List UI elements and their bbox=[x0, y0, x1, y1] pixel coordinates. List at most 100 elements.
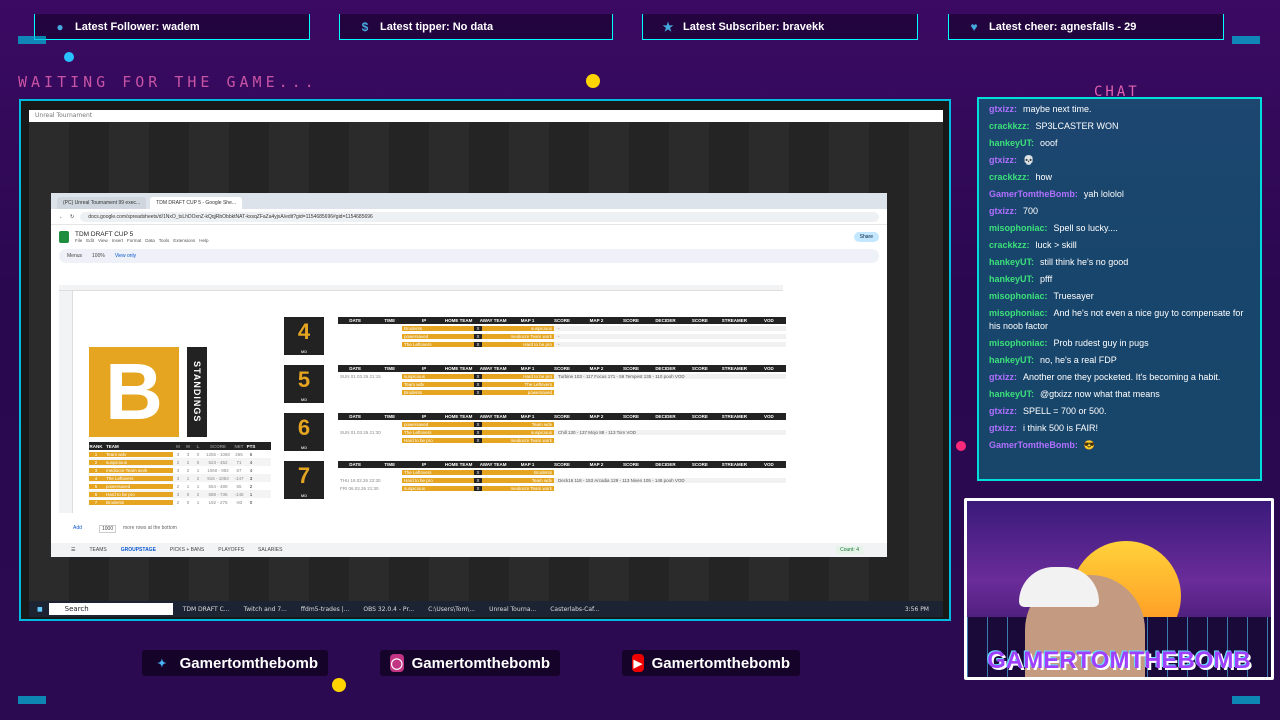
chat-username[interactable]: misophoniac: bbox=[989, 291, 1048, 301]
menu-insert[interactable]: Insert bbox=[112, 238, 123, 243]
match-header-cell: VOD bbox=[763, 366, 774, 371]
standings-cell-team: mediocre Team work bbox=[103, 467, 173, 473]
standings-cell-l: 2 bbox=[196, 475, 200, 481]
match-header-cell: MAP 2 bbox=[589, 318, 604, 323]
header-m: M bbox=[176, 443, 180, 449]
chat-username[interactable]: hankeyUT: bbox=[989, 257, 1034, 267]
chat-username[interactable]: hankeyUT: bbox=[989, 389, 1034, 399]
match-home: Hard to be pro bbox=[402, 478, 474, 483]
menu-help[interactable]: Help bbox=[199, 238, 208, 243]
chat-username[interactable]: hankeyUT: bbox=[989, 355, 1034, 365]
share-button[interactable]: Share bbox=[853, 232, 879, 242]
chat-username[interactable]: gtxizz: bbox=[989, 372, 1017, 382]
week-number-value: 6 bbox=[297, 415, 311, 440]
chat-username[interactable]: misophoniac: bbox=[989, 308, 1048, 318]
taskbar-search[interactable]: Search bbox=[48, 603, 173, 615]
match-header-cell: DATE bbox=[349, 414, 362, 419]
chat-username[interactable]: gtxizz: bbox=[989, 406, 1017, 416]
match-header-cell: IP bbox=[422, 366, 427, 371]
taskbar-item[interactable]: C:\Users\Tom\... bbox=[424, 606, 479, 613]
match-header-cell: SCORE bbox=[691, 462, 708, 467]
taskbar-item[interactable]: Unreal Tourna... bbox=[485, 606, 540, 613]
menu-data[interactable]: Data bbox=[145, 238, 155, 243]
chat-username[interactable]: GamerTomtheBomb: bbox=[989, 189, 1078, 199]
match-home: suspicious bbox=[402, 486, 474, 491]
sheet-tab-picks-bans[interactable]: PICKS + BANS bbox=[170, 547, 204, 553]
menu-format[interactable]: Format bbox=[127, 238, 141, 243]
match-header-cell: DATE bbox=[349, 318, 362, 323]
windows-start-icon[interactable]: ■ bbox=[29, 606, 43, 613]
all-sheets-icon[interactable]: ☰ bbox=[71, 547, 75, 553]
add-rows-count[interactable]: 1000 bbox=[99, 525, 117, 533]
match-header-row: DATE TIME IP HOME TEAM AWAY TEAM MAP 1 SCORE MA… bbox=[338, 365, 786, 372]
chat-username[interactable]: hankeyUT: bbox=[989, 274, 1034, 284]
chat-username[interactable]: crackkzz: bbox=[989, 172, 1030, 182]
chat-message: crackkzz: luck > skill bbox=[985, 237, 1254, 254]
match-week: 4 MD DATE TIME IP HOME TEAM AWAY TEAM MAP 1 SCOR… bbox=[284, 315, 786, 357]
address-bar[interactable]: docs.google.com/spreadsheets/d/1NxO_txLh… bbox=[80, 211, 879, 222]
standings-cell-m: 2 bbox=[176, 483, 180, 489]
browser-tab-sheet[interactable]: TDM DRAFT CUP 5 - Google She... bbox=[150, 197, 243, 209]
chat-username[interactable]: gtxizz: bbox=[989, 206, 1017, 216]
chat-username[interactable]: misophoniac: bbox=[989, 338, 1048, 348]
header-team: TEAM bbox=[106, 443, 119, 449]
count-badge[interactable]: Count: 4 bbox=[836, 546, 863, 554]
sheet-header: TDM DRAFT CUP 5 File Edit View Insert Fo… bbox=[51, 225, 887, 249]
view-only-badge[interactable]: View only bbox=[115, 253, 136, 259]
match-header-cell: MAP 1 bbox=[520, 366, 535, 371]
match-header-cell: SCORE bbox=[622, 414, 639, 419]
standings-cell-team: Team wdv bbox=[103, 451, 173, 457]
back-icon[interactable]: ← bbox=[59, 214, 64, 220]
spreadsheet-grid[interactable]: B STANDINGS RANK TEAM M W L SCORE NET PT… bbox=[59, 285, 786, 513]
standings-cell-w: 2 bbox=[186, 459, 190, 465]
menu-edit[interactable]: Edit bbox=[86, 238, 94, 243]
chat-username[interactable]: crackkzz: bbox=[989, 240, 1030, 250]
menus-search[interactable]: Menus bbox=[67, 253, 82, 259]
taskbar-item[interactable]: Casterlabs-Caf... bbox=[546, 606, 603, 613]
reload-icon[interactable]: ↻ bbox=[70, 214, 74, 220]
taskbar-item[interactable]: Twitch and 7... bbox=[240, 606, 291, 613]
sheet-toolbar: Menus 100% View only bbox=[59, 249, 879, 263]
sheet-tab-groupstage[interactable]: GROUPSTAGE bbox=[121, 547, 156, 553]
standings-row: 2 suspicious 2 2 0 523 - 452 71 4 bbox=[89, 458, 271, 466]
chat-username[interactable]: GamerTomtheBomb: bbox=[989, 440, 1078, 450]
chat-username[interactable]: misophoniac: bbox=[989, 223, 1048, 233]
standings-cell-net: -83 bbox=[235, 499, 243, 505]
chat-text: pfff bbox=[1040, 274, 1053, 284]
taskbar-item[interactable]: OBS 32.0.4 - Pr... bbox=[359, 606, 418, 613]
menu-tools[interactable]: Tools bbox=[159, 238, 170, 243]
standings-cell-m: 3 bbox=[176, 467, 180, 473]
menu-extensions[interactable]: Extensions bbox=[173, 238, 195, 243]
chat-text: ooof bbox=[1040, 138, 1058, 148]
chat-username[interactable]: gtxizz: bbox=[989, 155, 1017, 165]
chat-username[interactable]: gtxizz: bbox=[989, 104, 1017, 114]
menu-file[interactable]: File bbox=[75, 238, 82, 243]
match-away: Team wdv bbox=[482, 478, 554, 483]
zoom-select[interactable]: 100% bbox=[92, 253, 105, 259]
match-header-cell: DATE bbox=[349, 366, 362, 371]
chat-message: gtxizz: 💀 bbox=[985, 152, 1254, 169]
match-date: SUN 01.03.26 21:15 bbox=[340, 374, 381, 379]
taskbar-item[interactable]: ffdm5-trades |... bbox=[297, 606, 354, 613]
standings-logo: B bbox=[89, 347, 179, 437]
menu-view[interactable]: View bbox=[98, 238, 108, 243]
browser-tab-ut99[interactable]: (PC) Unreal Tournament 99 exec... bbox=[57, 197, 147, 209]
chat-message: crackkzz: how bbox=[985, 169, 1254, 186]
pacman-icon bbox=[332, 678, 346, 692]
pink-glow-dot bbox=[956, 441, 966, 451]
frame-corner bbox=[18, 36, 46, 44]
add-rows-button[interactable]: Add bbox=[73, 525, 82, 531]
match-rest: Chill 130 - 137 Mojo 88 - 113 Tom VOD bbox=[554, 430, 786, 435]
chat-text: maybe next time. bbox=[1023, 104, 1092, 114]
chat-message: crackkzz: SP3LCASTER WON bbox=[985, 118, 1254, 135]
taskbar-item[interactable]: TDM DRAFT C... bbox=[179, 606, 234, 613]
sheet-tab-teams[interactable]: TEAMS bbox=[89, 547, 106, 553]
chat-username[interactable]: crackkzz: bbox=[989, 121, 1030, 131]
taskbar-clock: 3:56 PM bbox=[904, 605, 929, 613]
chat-username[interactable]: hankeyUT: bbox=[989, 138, 1034, 148]
pacman-icon bbox=[586, 74, 600, 88]
sheet-tab-playoffs[interactable]: PLAYOFFS bbox=[218, 547, 244, 553]
sheet-tab-salaries[interactable]: SALARIES bbox=[258, 547, 282, 553]
chat-username[interactable]: gtxizz: bbox=[989, 423, 1017, 433]
social-handle: Gamertomthebomb bbox=[651, 654, 790, 672]
